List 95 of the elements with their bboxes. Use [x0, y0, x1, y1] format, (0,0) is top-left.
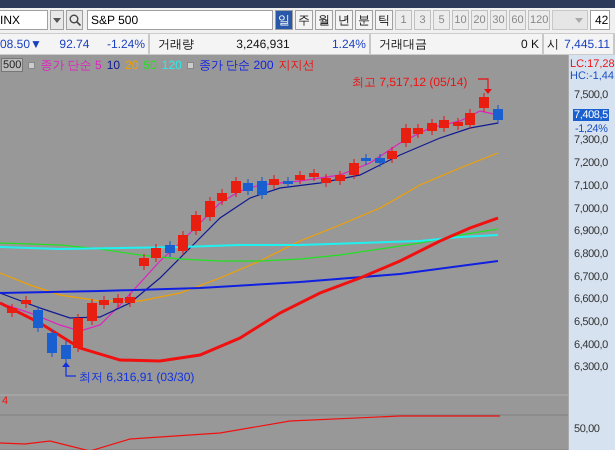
period-box[interactable]: 500	[1, 58, 24, 72]
candlestick	[99, 296, 109, 310]
checkbox-icon[interactable]	[28, 62, 36, 68]
candlestick	[125, 292, 135, 308]
axis-label: 7,200,0	[574, 157, 608, 170]
axis-label: 6,500,0	[574, 316, 608, 328]
amount-value: 0 K	[520, 37, 539, 51]
hc-text: HC:-1,44	[570, 70, 614, 82]
candlestick	[283, 176, 293, 188]
legend-label: 지지선	[278, 56, 315, 74]
change-percent: -1.24%	[106, 37, 145, 51]
axis-label: 7,000,0	[574, 202, 608, 214]
candlestick	[61, 340, 71, 364]
candlestick	[309, 168, 319, 182]
period-tab[interactable]: 년	[335, 10, 353, 30]
axis-label: 6,700,0	[574, 270, 608, 283]
candlestick	[269, 174, 279, 190]
axis-label: 6,800,0	[574, 248, 608, 260]
period-tab[interactable]: 틱	[375, 10, 393, 30]
legend-label: 120	[162, 58, 182, 72]
candlestick	[361, 154, 371, 166]
candlestick	[321, 174, 331, 188]
legend-label: 10	[106, 58, 120, 72]
candlestick	[139, 254, 149, 270]
volume-value: 3,246,931	[236, 37, 290, 51]
amount-label: 거래대금	[379, 36, 427, 52]
candlestick	[413, 124, 423, 138]
code-field[interactable]: INX	[0, 10, 48, 30]
candlestick	[295, 170, 305, 184]
axis-label: 6,900,0	[574, 225, 608, 238]
candlestick	[493, 104, 503, 124]
candlestick	[47, 328, 57, 358]
axis-label: 6,300,0	[574, 361, 608, 374]
axis-label: 7,100,0	[574, 180, 608, 192]
candlestick	[349, 158, 359, 180]
period-tab[interactable]: 분	[355, 10, 373, 30]
candlestick	[257, 176, 267, 200]
period-tab[interactable]: 월	[315, 10, 333, 30]
volume-label: 거래량	[158, 36, 194, 52]
caret-icon	[575, 18, 584, 22]
dropdown-field[interactable]	[552, 10, 588, 30]
candlestick	[387, 146, 397, 164]
candlestick	[335, 170, 345, 186]
low-marker-arrow	[62, 362, 76, 377]
high-marker-arrow	[478, 78, 492, 94]
candlestick	[21, 296, 31, 308]
search-icon	[68, 14, 80, 26]
dropdown-button[interactable]	[50, 10, 64, 30]
candlestick	[231, 176, 241, 198]
candlestick	[87, 298, 97, 326]
period-tab[interactable]: 일	[275, 10, 293, 30]
price-tag: 7,408,5	[573, 109, 609, 121]
candlestick	[453, 118, 463, 130]
candlestick	[191, 210, 201, 236]
candlestick	[243, 178, 253, 196]
caret-icon	[53, 18, 61, 22]
axis-label: 6,400,0	[574, 338, 608, 351]
axis-label: 7,500,0	[574, 89, 608, 101]
candlestick	[205, 196, 215, 222]
price-text: 08.50▼	[0, 37, 42, 51]
candlestick	[427, 118, 437, 136]
change-text: 92.74	[59, 37, 90, 51]
candlestick	[439, 116, 449, 132]
candlestick	[375, 154, 385, 168]
volume-percent: 1.24%	[332, 37, 366, 51]
name-field[interactable]: S&P 500	[87, 10, 273, 30]
candlestick	[33, 306, 43, 332]
open-value: 7,445.11	[564, 37, 610, 51]
candlestick	[73, 314, 83, 352]
high-annotation: 최고 7,517,12 (05/14)	[352, 74, 468, 91]
candlestick	[217, 188, 227, 206]
candlestick	[7, 304, 17, 318]
search-button[interactable]	[66, 10, 83, 30]
price-change: -1,24%	[575, 123, 608, 135]
candlestick	[401, 124, 411, 148]
low-annotation: 최저 6,316,91 (03/30)	[79, 369, 194, 386]
checkbox-icon[interactable]	[186, 62, 194, 68]
axis-label: 50,00	[574, 423, 600, 435]
count-field[interactable]: 42	[590, 10, 610, 30]
legend-label: 종가 단순 200	[198, 56, 274, 74]
candlestick	[465, 108, 475, 130]
legend-label: 20	[125, 58, 138, 72]
indicator-label: 4	[2, 395, 8, 407]
lc-text: LC:17,28	[570, 58, 615, 70]
candlestick	[178, 230, 188, 256]
axis-label: 6,600,0	[574, 293, 608, 306]
legend-label: 50	[143, 58, 157, 72]
candlestick	[165, 240, 175, 258]
period-tab[interactable]: 주	[295, 10, 313, 30]
open-label: 시	[547, 36, 559, 52]
candlestick	[479, 92, 489, 112]
candlestick	[151, 244, 161, 262]
axis-label: 7,300,0	[574, 134, 608, 146]
legend-label: 종가 단순 5	[40, 56, 102, 74]
candlestick	[113, 294, 123, 308]
